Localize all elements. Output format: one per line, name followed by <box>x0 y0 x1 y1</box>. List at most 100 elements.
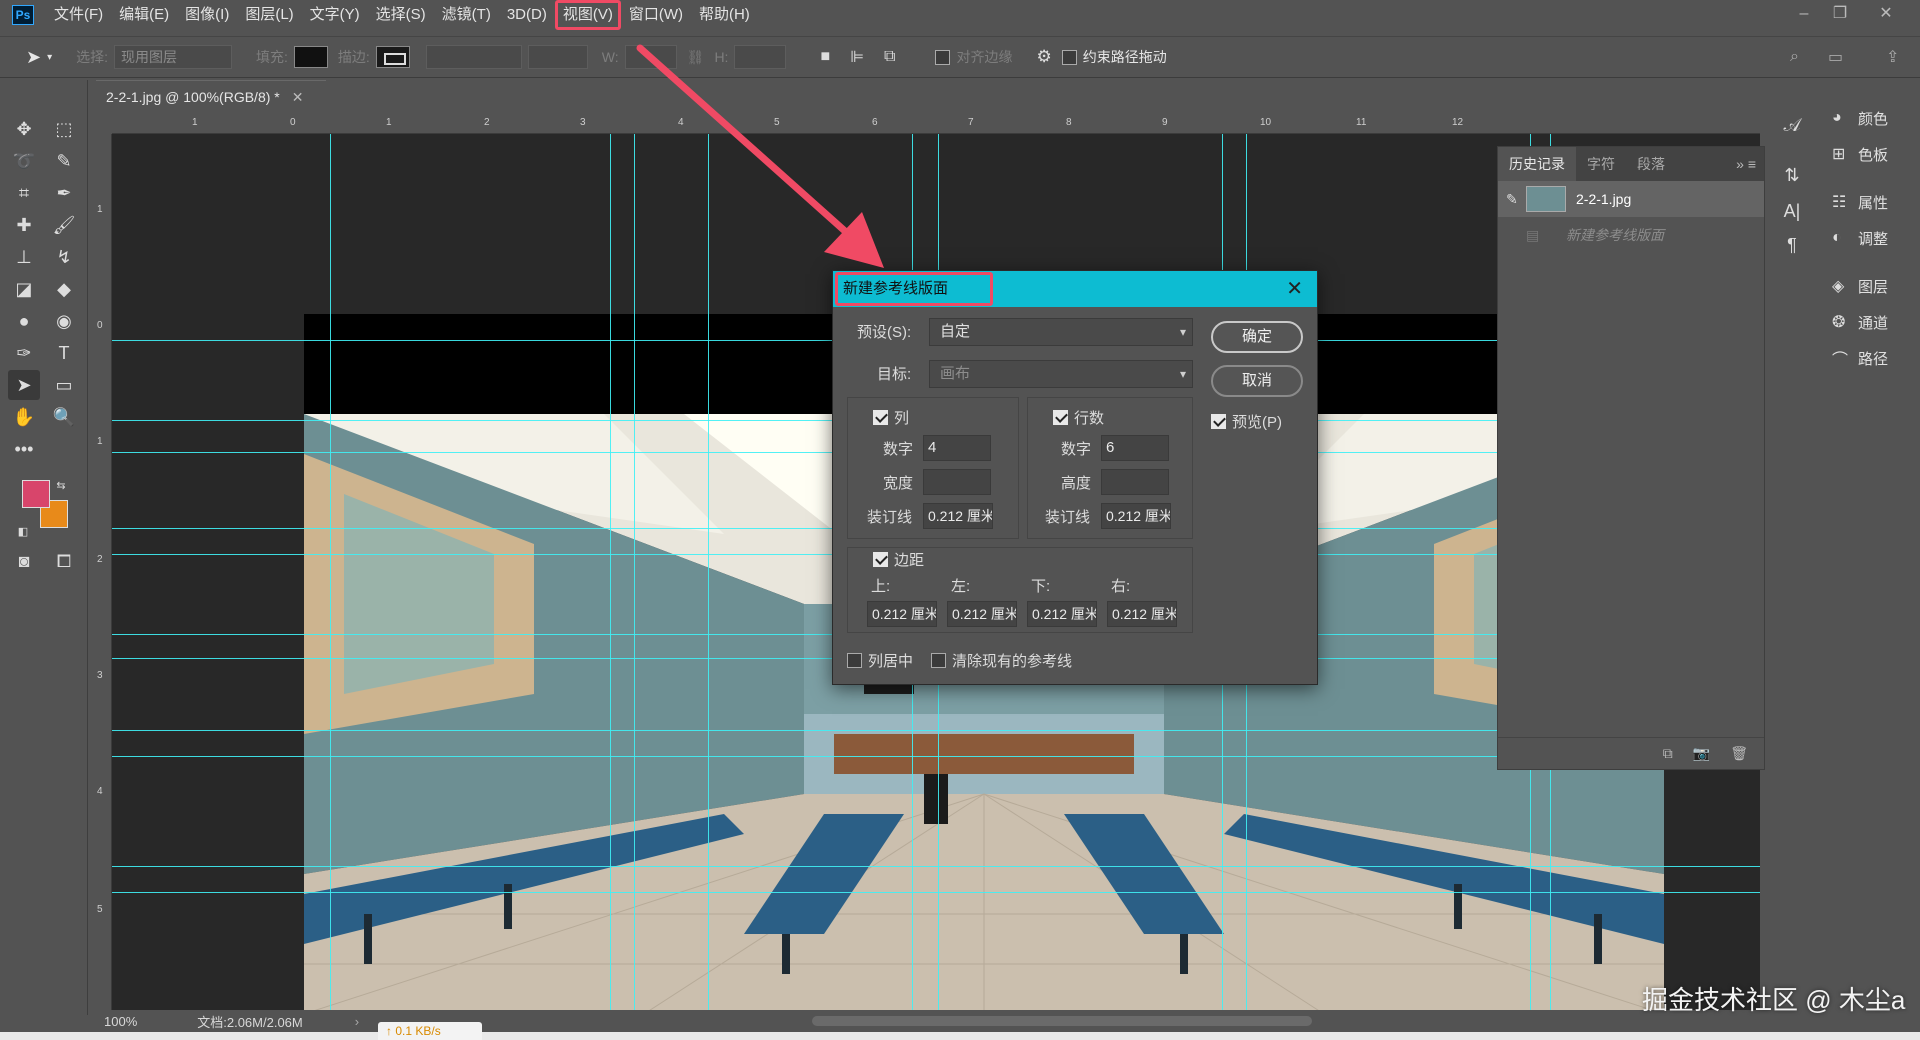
select-dropdown[interactable]: 现用图层 <box>114 45 233 69</box>
dock-layers[interactable]: ◈ 图层 <box>1820 268 1920 304</box>
margin-bottom-input[interactable]: 0.212 厘米 <box>1027 601 1097 627</box>
character-style-icon[interactable]: A| <box>1776 196 1808 226</box>
target-dropdown[interactable]: 画布 ▾ <box>929 360 1193 388</box>
minimize-icon[interactable]: – <box>1786 0 1822 30</box>
dialog-close-icon[interactable]: ✕ <box>1286 271 1303 307</box>
preset-dropdown[interactable]: 自定 ▾ <box>929 318 1193 346</box>
stroke-swatch[interactable] <box>375 46 410 68</box>
menu-layer[interactable]: 图层(L) <box>237 0 301 30</box>
pilcrow-icon[interactable]: ¶ <box>1776 230 1808 260</box>
trash-icon[interactable]: 🗑 <box>1730 745 1748 762</box>
stroke-width-field[interactable] <box>425 45 522 69</box>
close-document-icon[interactable]: ✕ <box>292 89 304 105</box>
columns-width-input[interactable] <box>923 469 991 495</box>
ok-button[interactable]: 确定 <box>1211 321 1303 353</box>
menu-select[interactable]: 选择(S) <box>368 0 434 30</box>
healing-brush-tool-icon[interactable]: ✚ <box>8 210 40 240</box>
menu-view[interactable]: 视图(V) <box>554 0 621 30</box>
pen-tool-icon[interactable]: ✑ <box>8 338 40 368</box>
margin-top-input[interactable]: 0.212 厘米 <box>867 601 937 627</box>
close-window-icon[interactable]: ✕ <box>1868 0 1904 30</box>
cancel-button[interactable]: 取消 <box>1211 365 1303 397</box>
quick-select-tool-icon[interactable]: ✎ <box>48 146 80 176</box>
dock-swatches[interactable]: ⊞ 色板 <box>1820 136 1920 172</box>
margin-left-input[interactable]: 0.212 厘米 <box>947 601 1017 627</box>
menu-image[interactable]: 图像(I) <box>177 0 237 30</box>
menu-window[interactable]: 窗口(W) <box>621 0 691 30</box>
dialog-title-bar[interactable]: 新建参考线版面 ✕ <box>833 271 1317 307</box>
rows-checkbox[interactable] <box>1053 410 1068 425</box>
clear-guides-checkbox[interactable] <box>931 653 947 668</box>
glyphs-icon[interactable]: 𝒜 <box>1776 110 1808 140</box>
zoom-level[interactable]: 100% <box>104 1014 137 1029</box>
move-tool-icon[interactable]: ✥ <box>8 114 40 144</box>
fill-swatch[interactable] <box>293 46 328 68</box>
foreground-color-swatch[interactable] <box>22 480 50 508</box>
eraser-tool-icon[interactable]: ◪ <box>8 274 40 304</box>
center-columns-checkbox[interactable] <box>847 653 862 668</box>
zoom-tool-icon[interactable]: 🔍 <box>48 402 80 432</box>
height-field[interactable] <box>734 45 787 69</box>
default-colors-icon[interactable]: ◧ <box>14 522 32 540</box>
tab-character[interactable]: 字符 <box>1576 147 1626 181</box>
preview-checkbox[interactable] <box>1211 414 1226 429</box>
marquee-tool-icon[interactable]: ⬚ <box>48 114 80 144</box>
blur-tool-icon[interactable]: ● <box>8 306 40 336</box>
type-tool-icon[interactable]: T <box>48 338 80 368</box>
tab-paragraph[interactable]: 段落 <box>1626 147 1676 181</box>
path-selection-tool-icon[interactable]: ➤ ▾ <box>26 47 52 68</box>
columns-number-input[interactable]: 4 <box>923 435 991 461</box>
screen-mode-icon[interactable]: ⧠ <box>48 546 80 576</box>
brush-tool-icon[interactable]: 🖌 <box>48 210 80 240</box>
crop-tool-icon[interactable]: ⌗ <box>8 178 40 208</box>
path-arrangement-icon[interactable]: ⧉ <box>884 48 895 66</box>
history-snapshot[interactable]: ✎ 2-2-1.jpg <box>1498 181 1764 217</box>
horizontal-scrollbar[interactable] <box>812 1016 1312 1026</box>
rows-number-input[interactable]: 6 <box>1101 435 1169 461</box>
tab-history[interactable]: 历史记录 <box>1498 147 1576 181</box>
align-edges-checkbox[interactable] <box>935 49 951 65</box>
stroke-type-dropdown[interactable] <box>527 45 588 69</box>
menu-type[interactable]: 文字(Y) <box>302 0 368 30</box>
dock-adjustments[interactable]: ◐ 调整 <box>1820 220 1920 256</box>
menu-file[interactable]: 文件(F) <box>46 0 111 30</box>
width-field[interactable] <box>624 45 677 69</box>
margin-checkbox[interactable] <box>873 552 888 567</box>
rows-height-input[interactable] <box>1101 469 1169 495</box>
eyedropper-tool-icon[interactable]: ✒ <box>48 178 80 208</box>
dock-channels[interactable]: ❂ 通道 <box>1820 304 1920 340</box>
menu-help[interactable]: 帮助(H) <box>691 0 758 30</box>
menu-edit[interactable]: 编辑(E) <box>111 0 177 30</box>
quick-mask-icon[interactable]: ◙ <box>8 546 40 576</box>
path-alignment-icon[interactable]: ⊫ <box>850 47 864 67</box>
hand-tool-icon[interactable]: ✋ <box>8 402 40 432</box>
panel-menu-icon[interactable]: » ≡ <box>1736 156 1764 172</box>
path-selection-tool-icon[interactable]: ➤ <box>8 370 40 400</box>
margin-right-input[interactable]: 0.212 厘米 <box>1107 601 1177 627</box>
paint-bucket-tool-icon[interactable]: ◆ <box>48 274 80 304</box>
dock-properties[interactable]: ☷ 属性 <box>1820 184 1920 220</box>
dock-color[interactable]: ◕ 颜色 <box>1820 100 1920 136</box>
constrain-path-checkbox[interactable] <box>1061 49 1077 65</box>
gear-icon[interactable]: ⚙ <box>1036 47 1051 67</box>
menu-3d[interactable]: 3D(D) <box>499 0 555 30</box>
history-step[interactable]: ▤ 新建参考线版面 <box>1498 217 1764 253</box>
link-icon[interactable]: ⛓ <box>687 49 705 66</box>
columns-checkbox[interactable] <box>873 410 888 425</box>
dock-paths[interactable]: ⌒ 路径 <box>1820 340 1920 376</box>
document-tab[interactable]: 2-2-1.jpg @ 100%(RGB/8) * ✕ <box>96 80 326 112</box>
lasso-tool-icon[interactable]: ➰ <box>8 146 40 176</box>
camera-snapshot-icon[interactable]: 📷 <box>1693 745 1710 762</box>
columns-gutter-input[interactable]: 0.212 厘米 <box>923 503 993 529</box>
restore-icon[interactable]: ❐ <box>1822 0 1858 30</box>
rows-gutter-input[interactable]: 0.212 厘米 <box>1101 503 1171 529</box>
history-brush-source-icon[interactable]: ✎ <box>1506 191 1526 208</box>
paragraph-style-icon[interactable]: ⇅ <box>1776 160 1808 190</box>
rectangle-tool-icon[interactable]: ▭ <box>48 370 80 400</box>
workspace-icon[interactable]: ▭ <box>1828 47 1843 67</box>
search-icon[interactable]: ⌕ <box>1790 48 1799 66</box>
swap-colors-icon[interactable]: ⇆ <box>52 476 70 494</box>
dodge-tool-icon[interactable]: ◉ <box>48 306 80 336</box>
clone-stamp-tool-icon[interactable]: ⊥ <box>8 242 40 272</box>
path-operations-icon[interactable]: ■ <box>820 48 830 66</box>
